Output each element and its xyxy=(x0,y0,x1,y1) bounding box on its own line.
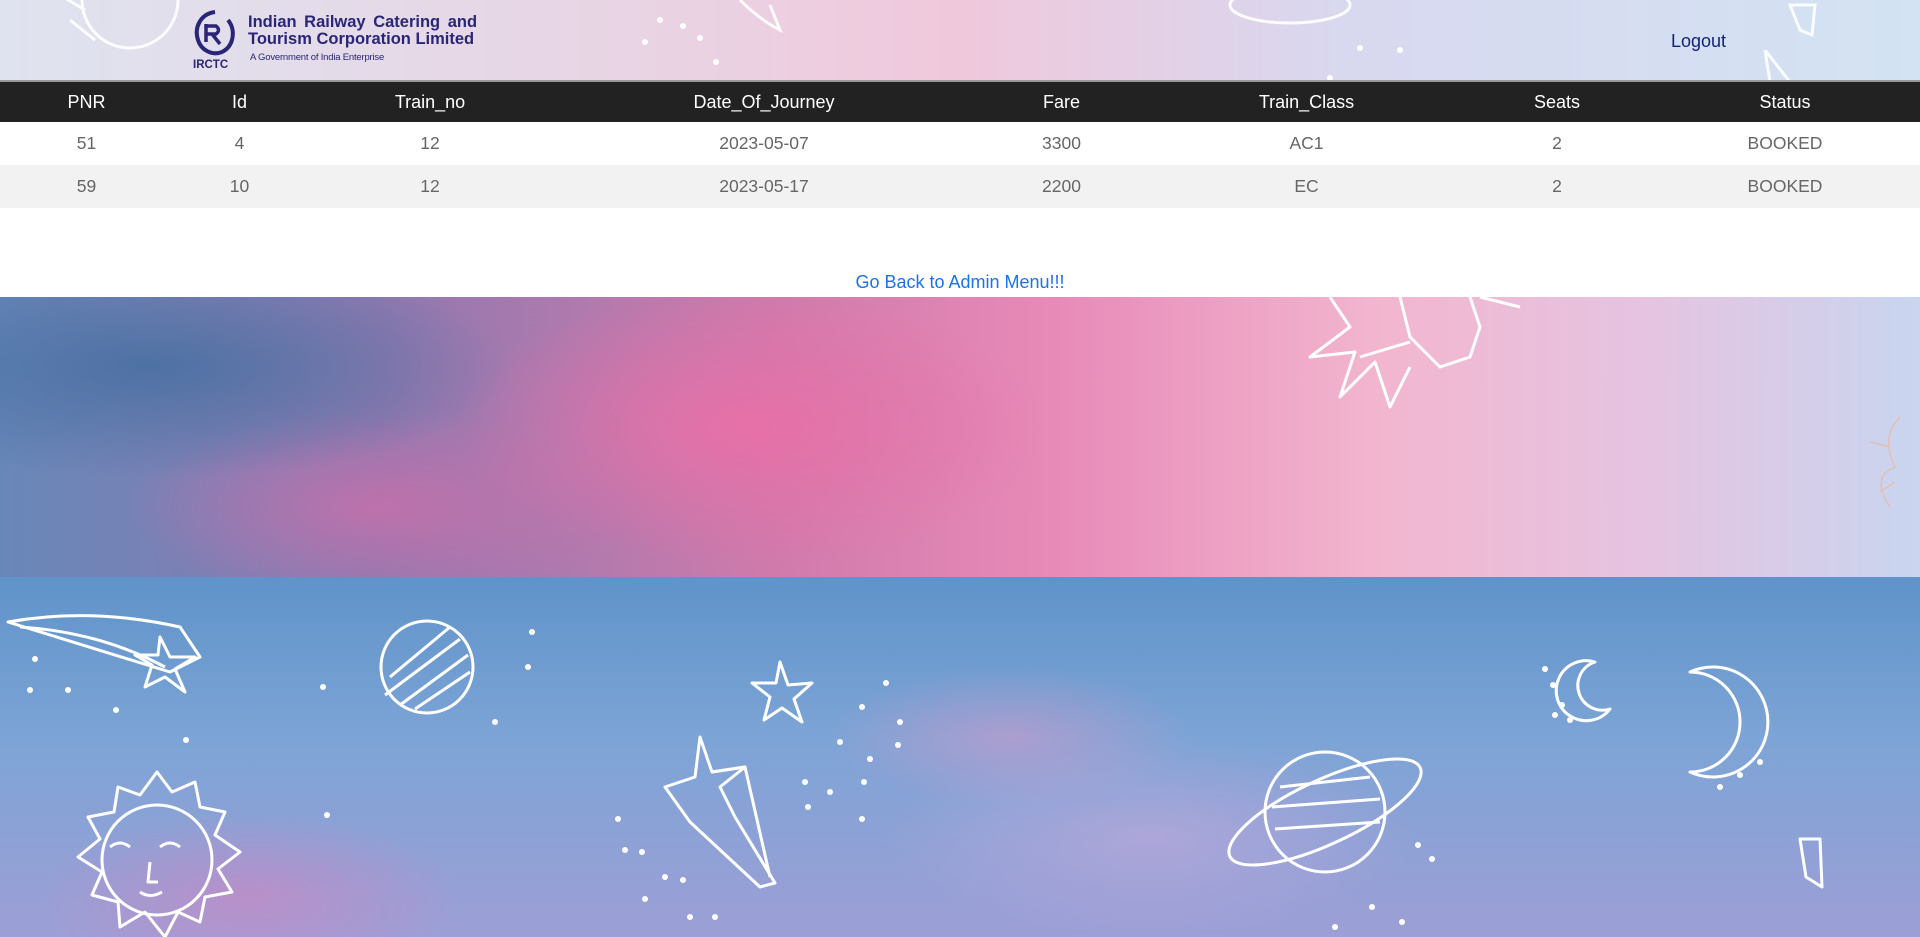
lower-background xyxy=(0,577,1920,937)
column-header-train-no: Train_no xyxy=(394,91,466,112)
column-header-pnr: PNR xyxy=(67,91,106,112)
column-header-train-class: Train_Class xyxy=(1258,91,1355,112)
column-header-status: Status xyxy=(1759,91,1811,112)
cell-train-no: 12 xyxy=(420,133,440,153)
space-doodles xyxy=(6,614,1824,937)
column-header-date-of-journey: Date_Of_Journey xyxy=(693,91,835,112)
bookings-table-container: PNR Id Train_no Date_Of_Journey Fare Tra… xyxy=(0,82,1920,208)
cell-status: BOOKED xyxy=(1747,176,1823,196)
cell-seats: 2 xyxy=(1552,176,1562,196)
rocket-doodle xyxy=(1308,297,1901,508)
logo-text: IRCTC xyxy=(193,59,228,70)
site-header: IRCTC Indian Railway Catering and Touris… xyxy=(0,0,1920,82)
table-header-row: PNR Id Train_no Date_Of_Journey Fare Tra… xyxy=(0,82,1920,122)
irctc-logo-icon[interactable]: IRCTC xyxy=(190,8,240,70)
cell-train-class: AC1 xyxy=(1289,133,1324,153)
cell-train-class: EC xyxy=(1294,176,1319,196)
cell-train-no: 12 xyxy=(420,176,440,196)
table-row: 51 4 12 2023-05-07 3300 AC1 2 BOOKED xyxy=(0,122,1920,165)
cell-date-of-journey: 2023-05-07 xyxy=(719,133,809,153)
column-header-id: Id xyxy=(231,91,247,112)
cell-id: 4 xyxy=(234,133,245,153)
cell-fare: 3300 xyxy=(1042,133,1081,153)
column-header-fare: Fare xyxy=(1042,91,1080,112)
cell-pnr: 59 xyxy=(76,176,97,196)
cell-id: 10 xyxy=(229,176,250,196)
organization-subtitle: A Government of India Enterprise xyxy=(250,52,385,63)
cell-status: BOOKED xyxy=(1747,133,1823,153)
cell-pnr: 51 xyxy=(76,133,97,153)
cell-fare: 2200 xyxy=(1042,176,1081,196)
column-header-seats: Seats xyxy=(1533,91,1581,112)
logout-link[interactable]: Logout xyxy=(1671,31,1726,52)
organization-name-line1: Indian Railway Catering and xyxy=(248,13,478,31)
sky-background xyxy=(0,297,1920,577)
table-row: 59 10 12 2023-05-17 2200 EC 2 BOOKED xyxy=(0,165,1920,208)
cell-date-of-journey: 2023-05-17 xyxy=(719,176,809,196)
back-to-admin-menu-link[interactable]: Go Back to Admin Menu!!! xyxy=(0,272,1920,293)
organization-name: Indian Railway Catering and Tourism Corp… xyxy=(248,14,477,48)
bookings-table: PNR Id Train_no Date_Of_Journey Fare Tra… xyxy=(0,82,1920,208)
cell-seats: 2 xyxy=(1552,133,1562,153)
organization-name-line2: Tourism Corporation Limited xyxy=(248,30,475,48)
